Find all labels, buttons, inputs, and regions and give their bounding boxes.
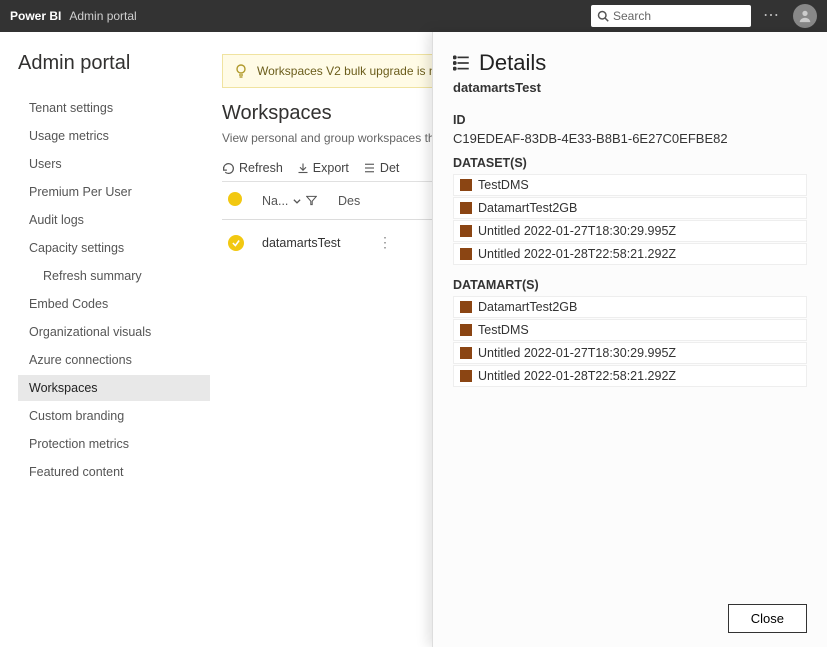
dataset-name: TestDMS <box>478 178 529 192</box>
sidebar-item-custom-branding[interactable]: Custom branding <box>18 403 210 429</box>
details-panel: Details datamartsTest ID C19EDEAF-83DB-4… <box>432 32 827 647</box>
dataset-item[interactable]: TestDMS <box>453 174 807 196</box>
sidebar-item-workspaces[interactable]: Workspaces <box>18 375 210 401</box>
dataset-item[interactable]: Untitled 2022-01-27T18:30:29.995Z <box>453 220 807 242</box>
sidebar-item-usage-metrics[interactable]: Usage metrics <box>18 123 210 149</box>
column-name[interactable]: Na... <box>262 194 332 208</box>
dataset-icon <box>460 225 472 237</box>
dataset-icon <box>460 370 472 382</box>
datasets-list: TestDMS DatamartTest2GB Untitled 2022-01-2… <box>453 174 807 266</box>
sidebar-item-azure-connections[interactable]: Azure connections <box>18 347 210 373</box>
sidebar-item-refresh-summary[interactable]: Refresh summary <box>18 263 210 289</box>
panel-title: Details <box>479 50 546 76</box>
datamart-item[interactable]: Untitled 2022-01-27T18:30:29.995Z <box>453 342 807 364</box>
close-button[interactable]: Close <box>728 604 807 633</box>
nav-list: Tenant settingsUsage metricsUsersPremium… <box>18 95 210 485</box>
row-status-icon <box>228 235 244 251</box>
datasets-label: DATASET(S) <box>453 156 807 170</box>
details-icon <box>363 162 376 174</box>
dataset-name: Untitled 2022-01-27T18:30:29.995Z <box>478 224 676 238</box>
dataset-icon <box>460 301 472 313</box>
details-button[interactable]: Det <box>363 161 399 175</box>
breadcrumb: Admin portal <box>69 9 136 23</box>
datamarts-label: DATAMART(S) <box>453 278 807 292</box>
sidebar-item-users[interactable]: Users <box>18 151 210 177</box>
datamart-item[interactable]: DatamartTest2GB <box>453 296 807 318</box>
dataset-icon <box>460 347 472 359</box>
id-label: ID <box>453 113 807 127</box>
search-placeholder: Search <box>613 9 651 23</box>
datamart-name: TestDMS <box>478 323 529 337</box>
export-button[interactable]: Export <box>297 161 349 175</box>
dataset-icon <box>460 179 472 191</box>
sidebar-item-premium-per-user[interactable]: Premium Per User <box>18 179 210 205</box>
details-list-icon <box>453 54 471 72</box>
datamart-item[interactable]: Untitled 2022-01-28T22:58:21.292Z <box>453 365 807 387</box>
datamarts-list: DatamartTest2GB TestDMS Untitled 2022-01-2… <box>453 296 807 388</box>
sidebar-item-organizational-visuals[interactable]: Organizational visuals <box>18 319 210 345</box>
sidebar-item-audit-logs[interactable]: Audit logs <box>18 207 210 233</box>
top-bar: Power BI Admin portal Search ⋯ <box>0 0 827 32</box>
brand: Power BI <box>10 9 61 23</box>
sidebar-item-featured-content[interactable]: Featured content <box>18 459 210 485</box>
refresh-button[interactable]: Refresh <box>222 161 283 175</box>
sidebar-item-capacity-settings[interactable]: Capacity settings <box>18 235 210 261</box>
panel-subtitle: datamartsTest <box>453 80 807 95</box>
datamart-item[interactable]: TestDMS <box>453 319 807 341</box>
datamart-name: DatamartTest2GB <box>478 300 577 314</box>
more-menu[interactable]: ⋯ <box>763 8 781 24</box>
search-input[interactable]: Search <box>591 5 751 27</box>
chevron-down-icon <box>292 196 302 206</box>
dataset-item[interactable]: DatamartTest2GB <box>453 197 807 219</box>
datamart-name: Untitled 2022-01-27T18:30:29.995Z <box>478 346 676 360</box>
dataset-name: Untitled 2022-01-28T22:58:21.292Z <box>478 247 676 261</box>
row-more-menu[interactable]: ⋮ <box>378 234 392 251</box>
id-value: C19EDEAF-83DB-4E33-B8B1-6E27C0EFBE82 <box>453 131 807 146</box>
export-icon <box>297 162 309 174</box>
refresh-icon <box>222 162 235 175</box>
sidebar: Admin portal Tenant settingsUsage metric… <box>0 32 210 647</box>
row-name: datamartsTest <box>262 236 372 250</box>
lightbulb-icon <box>233 63 249 79</box>
sidebar-item-embed-codes[interactable]: Embed Codes <box>18 291 210 317</box>
dataset-name: DatamartTest2GB <box>478 201 577 215</box>
sidebar-item-tenant-settings[interactable]: Tenant settings <box>18 95 210 121</box>
datamart-name: Untitled 2022-01-28T22:58:21.292Z <box>478 369 676 383</box>
dataset-item[interactable]: Untitled 2022-01-28T22:58:21.292Z <box>453 243 807 265</box>
dataset-icon <box>460 324 472 336</box>
status-indicator <box>228 192 242 206</box>
page-title: Admin portal <box>18 52 210 75</box>
dataset-icon <box>460 248 472 260</box>
avatar[interactable] <box>793 4 817 28</box>
filter-icon <box>306 195 317 206</box>
sidebar-item-protection-metrics[interactable]: Protection metrics <box>18 431 210 457</box>
search-icon <box>597 10 609 22</box>
dataset-icon <box>460 202 472 214</box>
